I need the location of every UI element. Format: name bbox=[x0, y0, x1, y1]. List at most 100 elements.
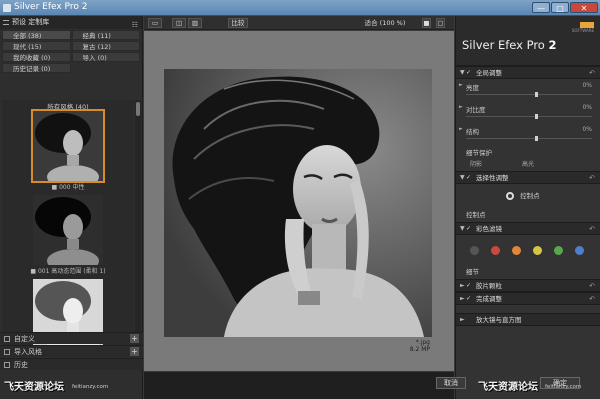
adjustments-panel: SOFTWARE Silver Efex Pro 2 ▼ ✓ 全局调整 ↶ ► … bbox=[455, 16, 600, 399]
enable-check-icon[interactable]: ✓ bbox=[466, 223, 471, 235]
close-button[interactable]: ✕ bbox=[570, 2, 598, 13]
thumbnail-caption: ■ 000 中性 bbox=[51, 184, 85, 191]
control-point-icon[interactable] bbox=[506, 192, 514, 200]
color-filter-swatch[interactable] bbox=[512, 246, 521, 255]
reset-icon[interactable]: ↶ bbox=[589, 67, 595, 79]
chevron-down-icon[interactable]: ▼ bbox=[460, 223, 465, 235]
preset-thumbnail[interactable] bbox=[33, 195, 103, 265]
category-history[interactable]: 历史记录 (0) bbox=[2, 63, 71, 73]
maximize-button[interactable]: □ bbox=[551, 2, 569, 13]
history-icon bbox=[4, 362, 10, 368]
filter-details[interactable]: 细节 bbox=[456, 265, 600, 279]
fullscreen-icon[interactable]: ▢ bbox=[436, 18, 445, 28]
color-filter-swatch[interactable] bbox=[533, 246, 542, 255]
section-selective-adjustments[interactable]: ▼ ✓ 选择性调整 ↶ bbox=[456, 171, 600, 184]
history-bar[interactable]: 历史 bbox=[0, 358, 143, 370]
chevron-right-icon[interactable]: ► bbox=[459, 104, 463, 110]
filmstrip-scroll-thumb[interactable] bbox=[136, 102, 140, 116]
chevron-down-icon[interactable]: ▼ bbox=[460, 172, 465, 184]
file-size: 8.2 MP bbox=[409, 346, 430, 353]
nik-logo-sub: SOFTWARE bbox=[571, 28, 594, 33]
silver-efex-window: Silver Efex Pro 2 — □ ✕ 预设 定制库 ☷ 全部 (38)… bbox=[0, 0, 600, 399]
category-vintage[interactable]: 复古 (12) bbox=[71, 41, 140, 51]
chevron-right-icon[interactable]: ► bbox=[459, 82, 463, 88]
history-label: 历史 bbox=[14, 361, 28, 369]
slider-track[interactable] bbox=[466, 138, 592, 139]
section-global-adjustments[interactable]: ▼ ✓ 全局调整 ↶ bbox=[456, 66, 600, 79]
add-icon[interactable]: + bbox=[130, 347, 139, 356]
chevron-right-icon[interactable]: ► bbox=[460, 280, 465, 292]
slider-value: 0% bbox=[582, 104, 592, 111]
color-filter-swatch[interactable] bbox=[470, 246, 479, 255]
color-filter-swatch[interactable] bbox=[554, 246, 563, 255]
category-classic[interactable]: 经典 (11) bbox=[71, 30, 140, 40]
preview-photo bbox=[164, 69, 432, 337]
structure-slider[interactable]: ► 结构 0% bbox=[456, 123, 600, 145]
category-all[interactable]: 全部 (38) bbox=[2, 30, 71, 40]
product-name-text: Silver Efex Pro bbox=[462, 38, 545, 52]
minimize-button[interactable]: — bbox=[532, 2, 550, 13]
import-presets-bar[interactable]: 导入风格 + bbox=[0, 345, 143, 357]
presets-header-label: 预设 定制库 bbox=[12, 18, 50, 26]
control-point-row[interactable]: 控制点 bbox=[456, 184, 600, 208]
color-filter-swatch[interactable] bbox=[491, 246, 500, 255]
side-by-side-icon[interactable]: ▥ bbox=[188, 18, 202, 28]
reset-icon[interactable]: ↶ bbox=[589, 280, 595, 292]
bottom-bar bbox=[144, 372, 454, 399]
section-color-filter[interactable]: ▼ ✓ 彩色滤镜 ↶ bbox=[456, 222, 600, 235]
preset-thumbnail[interactable] bbox=[31, 109, 105, 183]
presets-panel: 预设 定制库 ☷ 全部 (38) 经典 (11) 现代 (15) 复古 (12)… bbox=[0, 16, 143, 399]
enable-check-icon[interactable]: ✓ bbox=[466, 280, 471, 292]
slider-knob[interactable] bbox=[535, 136, 539, 141]
file-name: *.jpg bbox=[415, 339, 430, 346]
enable-check-icon[interactable]: ✓ bbox=[466, 67, 471, 79]
watermark-url: feitianzy.com bbox=[72, 384, 109, 390]
single-view-icon[interactable]: ▭ bbox=[148, 18, 162, 28]
split-view-icon[interactable]: ◫ bbox=[172, 18, 186, 28]
window-title: Silver Efex Pro 2 bbox=[14, 2, 88, 12]
title-bar: Silver Efex Pro 2 — □ ✕ bbox=[0, 0, 600, 16]
chevron-right-icon[interactable]: ► bbox=[460, 314, 465, 326]
cancel-button[interactable]: 取消 bbox=[436, 377, 466, 389]
enable-check-icon[interactable]: ✓ bbox=[466, 293, 471, 305]
reset-icon[interactable]: ↶ bbox=[589, 223, 595, 235]
chevron-right-icon[interactable]: ► bbox=[460, 293, 465, 305]
category-modern[interactable]: 现代 (15) bbox=[2, 41, 71, 51]
section-title: 放大镜与直方图 bbox=[476, 316, 522, 324]
chevron-down-icon[interactable]: ▼ bbox=[460, 67, 465, 79]
slider-value: 0% bbox=[582, 82, 592, 89]
section-title: 全局调整 bbox=[476, 69, 502, 77]
slider-track[interactable] bbox=[466, 116, 592, 117]
presets-header[interactable]: 预设 定制库 ☷ bbox=[0, 16, 142, 29]
custom-presets-bar[interactable]: 自定义 + bbox=[0, 332, 143, 344]
compare-button[interactable]: 比较 bbox=[228, 18, 248, 28]
category-favorites[interactable]: 我的收藏 (0) bbox=[2, 52, 71, 62]
image-canvas[interactable]: *.jpg 8.2 MP bbox=[144, 31, 454, 371]
enable-check-icon[interactable]: ✓ bbox=[466, 172, 471, 184]
slider-label: 结构 bbox=[466, 128, 479, 136]
brightness-slider[interactable]: ► 亮度 0% bbox=[456, 79, 600, 101]
zoom-select[interactable]: 适合 (100 %) bbox=[360, 18, 410, 28]
reset-icon[interactable]: ↶ bbox=[589, 172, 595, 184]
slider-track[interactable] bbox=[466, 94, 592, 95]
chevron-right-icon[interactable]: ► bbox=[459, 126, 463, 132]
slider-knob[interactable] bbox=[535, 92, 539, 97]
slider-value: 0% bbox=[582, 126, 592, 133]
product-version: 2 bbox=[548, 38, 557, 52]
reset-icon[interactable]: ↶ bbox=[589, 293, 595, 305]
section-finishing[interactable]: ► ✓ 完成调整 ↶ bbox=[456, 292, 600, 305]
color-filter-swatch[interactable] bbox=[575, 246, 584, 255]
section-loupe-histogram[interactable]: ► 放大镜与直方图 bbox=[456, 313, 600, 326]
grid-view-icon[interactable]: ☷ bbox=[132, 19, 138, 32]
add-icon[interactable]: + bbox=[130, 334, 139, 343]
background-color-icon[interactable]: ■ bbox=[422, 18, 431, 28]
protection-label: 细节保护 bbox=[466, 149, 492, 157]
category-imported[interactable]: 导入 (0) bbox=[71, 52, 140, 62]
section-film-grain[interactable]: ► ✓ 胶片颗粒 ↶ bbox=[456, 279, 600, 292]
slider-knob[interactable] bbox=[535, 114, 539, 119]
import-label: 导入风格 bbox=[14, 348, 42, 356]
slider-label: 亮度 bbox=[466, 84, 479, 92]
contrast-slider[interactable]: ► 对比度 0% bbox=[456, 101, 600, 123]
filmstrip-scrollbar[interactable] bbox=[135, 100, 141, 347]
custom-label: 自定义 bbox=[14, 335, 35, 343]
